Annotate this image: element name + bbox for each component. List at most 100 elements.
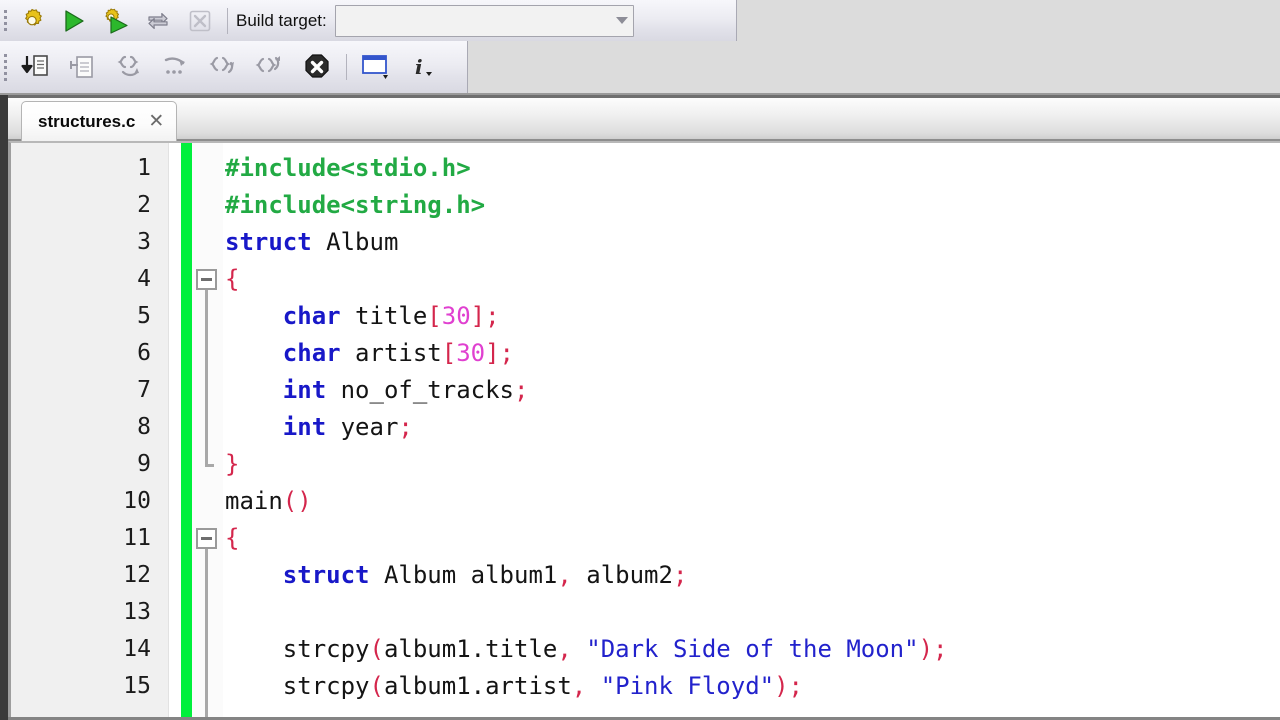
close-icon[interactable]: ✕	[148, 112, 164, 131]
code-token: year	[326, 413, 399, 441]
code-token: ;	[514, 376, 529, 404]
code-token: {	[225, 524, 240, 552]
code-line[interactable]: 8 int year;	[11, 409, 1280, 446]
line-number: 8	[137, 414, 151, 440]
code-line[interactable]: 5 char title[30];	[11, 298, 1280, 335]
code-line[interactable]: 3 struct Album	[11, 224, 1280, 261]
stop-debugger-button[interactable]	[293, 41, 340, 93]
code-token: ()	[282, 487, 312, 515]
editor-frame: structures.c ✕ 1 #include<stdio.h> 2 #inclu…	[0, 95, 1280, 720]
code-text[interactable]: struct Album album1, album2;	[225, 557, 688, 594]
compiler-toolbar-row: Build target:	[0, 0, 1280, 41]
step-out-button[interactable]	[246, 41, 293, 93]
code-token: int	[282, 376, 327, 404]
code-line[interactable]: 9}	[11, 446, 1280, 483]
code-token: strcpy	[225, 672, 370, 700]
code-token: ,	[557, 635, 572, 663]
code-text[interactable]: char title[30];	[225, 298, 500, 335]
gear-icon	[19, 8, 45, 34]
code-line[interactable]: 6 char artist[30];	[11, 335, 1280, 372]
code-token: );	[774, 672, 803, 700]
code-token: );	[918, 635, 948, 663]
code-token: [	[441, 339, 457, 367]
rebuild-arrows-icon	[145, 8, 171, 34]
line-number: 2	[137, 192, 151, 218]
code-token: int	[282, 413, 327, 441]
code-token: }	[225, 450, 240, 478]
code-token: (	[369, 672, 384, 700]
stop-debugger-icon	[303, 53, 331, 81]
code-text[interactable]: }	[225, 446, 239, 483]
line-number: 15	[123, 673, 151, 699]
build-and-run-button[interactable]	[95, 0, 137, 41]
code-token: [	[427, 302, 442, 330]
code-token: #include<stdio.h>	[225, 154, 471, 182]
code-token: main	[225, 487, 283, 515]
code-line[interactable]: 7 int no_of_tracks;	[11, 372, 1280, 409]
code-token: "Dark Side of the Moon"	[586, 635, 919, 663]
code-text[interactable]: int no_of_tracks;	[225, 372, 529, 409]
code-line[interactable]: 10 main()	[11, 483, 1280, 520]
code-editor-window: Build target: i structures.c ✕ 1 #includ…	[0, 0, 1280, 720]
code-text[interactable]: {	[225, 520, 239, 557]
debug-continue-button[interactable]	[11, 41, 58, 93]
toolbar-drag-grip[interactable]	[0, 41, 11, 93]
play-icon	[61, 8, 87, 34]
next-line-button[interactable]	[105, 41, 152, 93]
code-line[interactable]: 14 strcpy(album1.title, "Dark Side of th…	[11, 631, 1280, 668]
line-number: 12	[123, 562, 151, 588]
run-button[interactable]	[53, 0, 95, 41]
code-text[interactable]: main()	[225, 483, 312, 520]
rebuild-button[interactable]	[137, 0, 179, 41]
line-number: 6	[137, 340, 151, 366]
code-token: struct	[225, 228, 312, 256]
code-token: ];	[485, 339, 515, 367]
code-text[interactable]: char artist[30];	[225, 335, 514, 372]
abort-button[interactable]	[179, 0, 221, 41]
code-text[interactable]: #include<string.h>	[225, 187, 485, 224]
debug-continue-icon	[20, 53, 50, 81]
code-lines-container: 1 #include<stdio.h> 2 #include<string.h> 3 st…	[11, 143, 1280, 717]
debugger-toolbar-row: i	[0, 41, 1280, 95]
code-editor-surface[interactable]: 1 #include<stdio.h> 2 #include<string.h> 3 st…	[8, 141, 1280, 717]
chevron-down-icon[interactable]	[611, 17, 633, 24]
line-number: 4	[137, 266, 151, 292]
various-info-button[interactable]: i	[400, 41, 447, 93]
code-token: album1.title	[383, 635, 558, 663]
line-number: 10	[123, 488, 151, 514]
step-into-button[interactable]	[199, 41, 246, 93]
code-text[interactable]: struct Album	[225, 224, 398, 261]
code-line[interactable]: 12 struct Album album1, album2;	[11, 557, 1280, 594]
code-token: strcpy	[225, 635, 370, 663]
code-token: ,	[557, 561, 572, 589]
build-button[interactable]	[11, 0, 53, 41]
code-token: #include<string.h>	[225, 191, 486, 219]
line-number: 11	[123, 525, 151, 551]
line-number: 7	[137, 377, 151, 403]
code-line[interactable]: 13	[11, 594, 1280, 631]
code-token: {	[225, 265, 240, 293]
code-token: ,	[571, 672, 587, 700]
code-token: struct	[282, 561, 370, 589]
debugging-windows-button[interactable]	[353, 41, 400, 93]
code-text[interactable]: strcpy(album1.artist, "Pink Floyd");	[225, 668, 803, 705]
code-line[interactable]: 11 {	[11, 520, 1280, 557]
next-instruction-button[interactable]	[152, 41, 199, 93]
next-instruction-icon	[161, 53, 191, 81]
code-text[interactable]: strcpy(album1.title, "Dark Side of the M…	[225, 631, 948, 668]
toolbar-drag-grip[interactable]	[0, 0, 11, 41]
line-number: 14	[123, 636, 151, 662]
code-text[interactable]: {	[225, 261, 239, 298]
code-line[interactable]: 1 #include<stdio.h>	[11, 150, 1280, 187]
code-line[interactable]: 15 strcpy(album1.artist, "Pink Floyd");	[11, 668, 1280, 705]
code-line[interactable]: 2 #include<string.h>	[11, 187, 1280, 224]
code-text[interactable]: #include<stdio.h>	[225, 150, 471, 187]
code-text[interactable]: int year;	[225, 409, 413, 446]
editor-tabbar: structures.c ✕	[8, 98, 1280, 141]
code-line[interactable]: 4{	[11, 261, 1280, 298]
run-to-cursor-button[interactable]	[58, 41, 105, 93]
build-target-combobox[interactable]	[334, 4, 634, 37]
gear-play-icon	[102, 8, 130, 34]
tab-structures-c[interactable]: structures.c ✕	[21, 101, 178, 141]
